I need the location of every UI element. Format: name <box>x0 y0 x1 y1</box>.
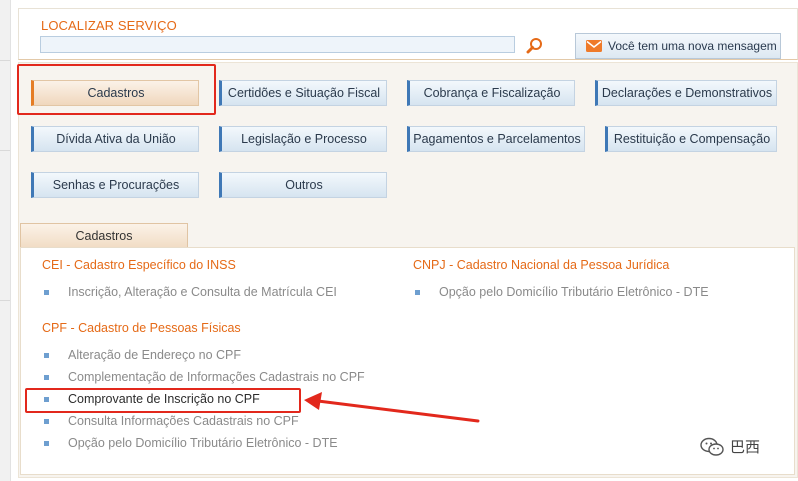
arrow-annotation <box>304 392 480 423</box>
wechat-icon <box>700 437 724 456</box>
watermark-text: 巴西 <box>730 439 761 456</box>
watermark: 巴西 <box>700 436 760 457</box>
